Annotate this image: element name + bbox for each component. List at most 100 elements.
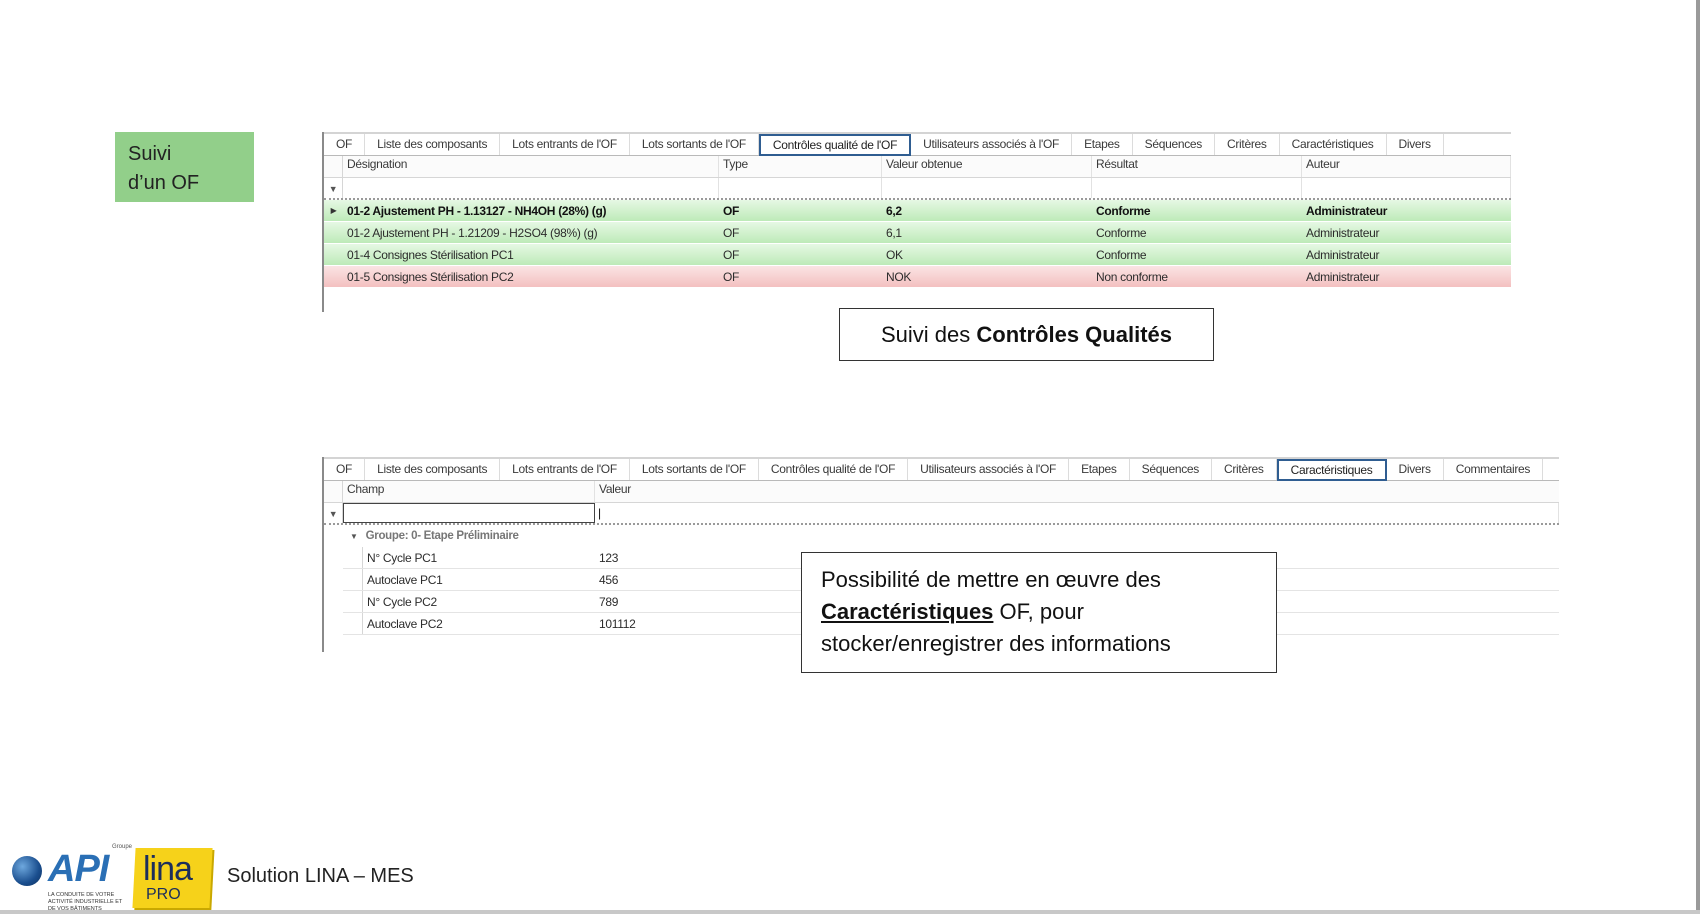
slide-right-border xyxy=(1696,0,1700,914)
cell-designation: 01-2 Ajustement PH - 1.21209 - H2SO4 (98… xyxy=(347,226,598,240)
callout-char-rest: OF, pour xyxy=(993,599,1084,624)
row-selector-arrow-icon[interactable]: ▶ xyxy=(324,200,343,221)
tab-of[interactable]: OF xyxy=(324,457,366,480)
filter-cell-type[interactable] xyxy=(719,178,882,198)
column-header-valeur[interactable]: Valeur obtenue xyxy=(882,156,1092,177)
cell-auteur: Administrateur xyxy=(1306,226,1380,240)
collapse-chevron-icon[interactable]: ▼ xyxy=(350,532,358,541)
filter-cell-valeur[interactable]: | xyxy=(595,503,1559,523)
tab-lots-sortants-de-l-of[interactable]: Lots sortants de l'OF xyxy=(630,457,759,480)
cell-valeur: 6,1 xyxy=(886,226,902,240)
callout-char-line-3: stocker/enregistrer des informations xyxy=(821,631,1171,656)
column-header-resultat[interactable]: Résultat xyxy=(1092,156,1302,177)
filter-cell-valeur[interactable] xyxy=(882,178,1092,198)
cell-champ: Autoclave PC2 xyxy=(367,617,443,631)
column-header-auteur[interactable]: Auteur xyxy=(1302,156,1511,177)
column-header-type[interactable]: Type xyxy=(719,156,882,177)
table-row[interactable]: 01-4 Consignes Stérilisation PC1 OF OK Conf… xyxy=(324,244,1511,266)
footer-logos: API Groupe LA CONDUITE DE VOTRE ACTIVITÉ… xyxy=(10,844,213,912)
footer-title: Solution LINA – MES xyxy=(227,865,414,887)
row-indent xyxy=(343,547,363,568)
section-label: Suivi d’un OF xyxy=(115,132,254,202)
tab-liste-des-composants[interactable]: Liste des composants xyxy=(365,457,501,480)
column-header-designation[interactable]: Désignation xyxy=(343,156,719,177)
tab-commentaires[interactable]: Commentaires xyxy=(1444,457,1544,480)
tab-etapes[interactable]: Etapes xyxy=(1072,132,1133,155)
callout-characteristics: Possibilité de mettre en œuvre des Carac… xyxy=(801,552,1277,673)
tab-liste-des-composants[interactable]: Liste des composants xyxy=(365,132,501,155)
tab-utilisateurs-associes-a-l-of[interactable]: Utilisateurs associés à l'OF xyxy=(911,132,1073,155)
cell-champ: N° Cycle PC1 xyxy=(367,551,437,565)
filter-cell-champ[interactable] xyxy=(343,503,595,523)
table-row[interactable]: 01-2 Ajustement PH - 1.21209 - H2SO4 (98… xyxy=(324,222,1511,244)
column-header-champ[interactable]: Champ xyxy=(343,481,595,502)
cell-valeur[interactable]: 123 xyxy=(595,547,622,568)
filter-cell-resultat[interactable] xyxy=(1092,178,1302,198)
tab-lots-entrants-de-l-of[interactable]: Lots entrants de l'OF xyxy=(500,457,630,480)
filter-cell-auteur[interactable] xyxy=(1302,178,1511,198)
callout-char-bold: Caractéristiques xyxy=(821,599,994,624)
cell-designation: 01-5 Consignes Stérilisation PC2 xyxy=(347,270,514,284)
tab-divers[interactable]: Divers xyxy=(1387,132,1444,155)
cell-champ: Autoclave PC1 xyxy=(367,573,443,587)
tab-divers[interactable]: Divers xyxy=(1387,457,1444,480)
tab-sequences[interactable]: Séquences xyxy=(1133,132,1215,155)
tab-lots-entrants-de-l-of[interactable]: Lots entrants de l'OF xyxy=(500,132,630,155)
callout-quality-bold: Contrôles Qualités xyxy=(976,322,1172,347)
tab-controles-qualite-de-l-of[interactable]: Contrôles qualité de l'OF xyxy=(758,134,912,156)
tab-utilisateurs-associes-a-l-of[interactable]: Utilisateurs associés à l'OF xyxy=(908,457,1070,480)
row-selector[interactable] xyxy=(324,222,343,243)
tab-criteres[interactable]: Critères xyxy=(1212,457,1277,480)
cell-valeur[interactable]: 789 xyxy=(595,591,622,612)
filter-cell-designation[interactable] xyxy=(343,178,719,198)
api-groupe-label: Groupe xyxy=(112,844,133,850)
api-globe-icon xyxy=(12,856,42,886)
cell-valeur[interactable]: 456 xyxy=(595,569,622,590)
cell-auteur: Administrateur xyxy=(1306,248,1380,262)
tab-sequences[interactable]: Séquences xyxy=(1130,457,1212,480)
cell-resultat: Conforme xyxy=(1096,204,1151,218)
quality-controls-grid: OF Liste des composants Lots entrants de l… xyxy=(322,132,1511,312)
filter-icon[interactable]: ▼ xyxy=(324,178,343,198)
tab-of[interactable]: OF xyxy=(324,132,366,155)
cell-valeur[interactable]: 101112 xyxy=(595,613,639,634)
tab-controles-qualite-de-l-of[interactable]: Contrôles qualité de l'OF xyxy=(759,457,909,480)
row-indicator-header xyxy=(324,481,343,502)
table-body: ▶ 01-2 Ajustement PH - 1.13127 - NH4OH (2… xyxy=(324,200,1511,288)
api-tagline: LA CONDUITE DE VOTRE ACTIVITÉ INDUSTRIEL… xyxy=(48,892,123,912)
filter-row: ▼ | xyxy=(324,503,1559,525)
tab-etapes[interactable]: Etapes xyxy=(1069,457,1130,480)
table-row[interactable]: 01-5 Consignes Stérilisation PC2 OF NOK Non… xyxy=(324,266,1511,288)
filter-icon[interactable]: ▼ xyxy=(324,503,343,523)
row-indent xyxy=(343,569,363,590)
row-selector[interactable] xyxy=(324,266,343,287)
tab-lots-sortants-de-l-of[interactable]: Lots sortants de l'OF xyxy=(630,132,759,155)
filter-row: ▼ xyxy=(324,178,1511,200)
callout-quality-controls: Suivi des Contrôles Qualités xyxy=(839,308,1214,361)
row-selector[interactable] xyxy=(324,244,343,265)
tab-strip: OF Liste des composants Lots entrants de l… xyxy=(324,457,1559,481)
cell-resultat: Conforme xyxy=(1096,226,1147,240)
cell-designation: 01-2 Ajustement PH - 1.13127 - NH4OH (28… xyxy=(347,204,607,218)
cell-type: OF xyxy=(723,226,740,240)
slide-bottom-border xyxy=(0,910,1700,914)
cell-champ: N° Cycle PC2 xyxy=(367,595,437,609)
cell-resultat: Non conforme xyxy=(1096,270,1168,284)
api-logo: API xyxy=(48,848,109,890)
column-headers: Champ Valeur xyxy=(324,481,1559,503)
group-row[interactable]: ▼ Groupe: 0- Etape Préliminaire xyxy=(324,525,1559,547)
lina-logo: lina xyxy=(143,850,193,888)
cell-auteur: Administrateur xyxy=(1306,270,1380,284)
tab-criteres[interactable]: Critères xyxy=(1215,132,1280,155)
table-row[interactable]: ▶ 01-2 Ajustement PH - 1.13127 - NH4OH (2… xyxy=(324,200,1511,222)
tab-caracteristiques[interactable]: Caractéristiques xyxy=(1280,132,1387,155)
group-label: Groupe: 0- Etape Préliminaire xyxy=(365,530,519,542)
section-label-line-1: Suivi xyxy=(128,143,172,165)
column-header-valeur[interactable]: Valeur xyxy=(595,481,1559,502)
cell-type: OF xyxy=(723,204,740,218)
cell-valeur: 6,2 xyxy=(886,204,902,218)
cell-valeur: NOK xyxy=(886,270,912,284)
tab-caracteristiques[interactable]: Caractéristiques xyxy=(1276,459,1387,481)
cell-type: OF xyxy=(723,270,740,284)
cell-resultat: Conforme xyxy=(1096,248,1147,262)
